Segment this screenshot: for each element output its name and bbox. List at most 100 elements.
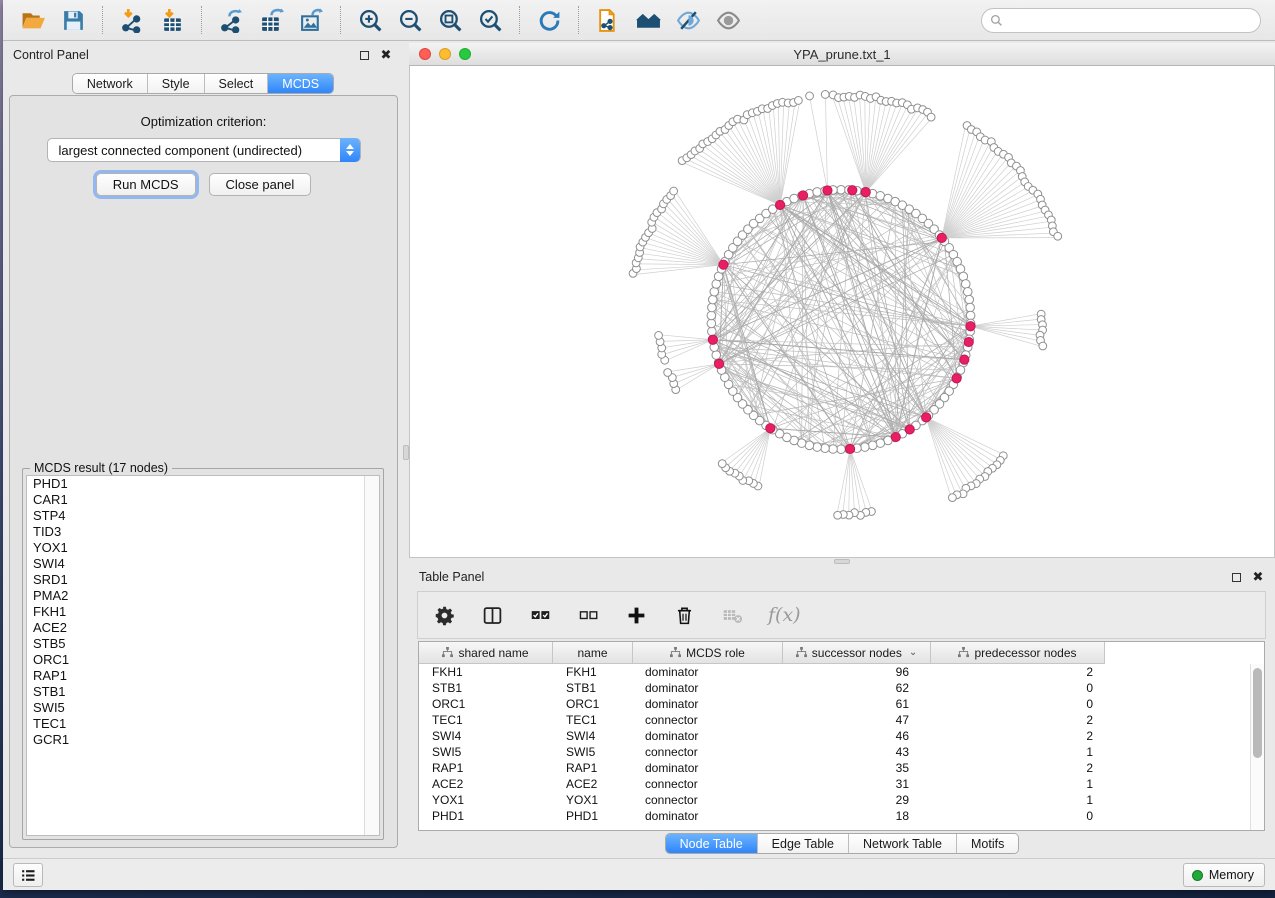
import-table-icon[interactable] bbox=[157, 5, 187, 35]
add-column-icon[interactable] bbox=[624, 603, 648, 627]
table-scrollbar[interactable] bbox=[1250, 664, 1264, 830]
mcds-result-item[interactable]: STB5 bbox=[27, 636, 379, 652]
mcds-hub-node[interactable] bbox=[960, 355, 969, 364]
table-row[interactable]: SWI4SWI4dominator462 bbox=[419, 728, 1250, 744]
tab-node-table[interactable]: Node Table bbox=[666, 834, 757, 853]
zoom-fit-icon[interactable] bbox=[435, 5, 465, 35]
mcds-result-item[interactable]: PMA2 bbox=[27, 588, 379, 604]
toolbar-search[interactable] bbox=[981, 8, 1261, 33]
refresh-view-icon[interactable] bbox=[534, 5, 564, 35]
table-row[interactable]: ACE2ACE2connector311 bbox=[419, 776, 1250, 792]
mcds-result-item[interactable]: TEC1 bbox=[27, 716, 379, 732]
zoom-in-icon[interactable] bbox=[355, 5, 385, 35]
toolbar-separator bbox=[102, 6, 103, 34]
show-all-windows-icon[interactable] bbox=[633, 5, 663, 35]
network-from-file-icon[interactable] bbox=[593, 5, 623, 35]
export-table-icon[interactable] bbox=[256, 5, 286, 35]
mcds-hub-node[interactable] bbox=[922, 413, 931, 422]
show-column-panel-icon[interactable] bbox=[480, 603, 504, 627]
mcds-hub-node[interactable] bbox=[891, 432, 900, 441]
float-panel-icon[interactable] bbox=[1229, 570, 1243, 584]
column-header-predecessor-nodes[interactable]: predecessor nodes bbox=[931, 642, 1105, 664]
mcds-hub-node[interactable] bbox=[848, 186, 857, 195]
mcds-result-item[interactable]: ORC1 bbox=[27, 652, 379, 668]
mcds-result-item[interactable]: YOX1 bbox=[27, 540, 379, 556]
mcds-list-scrollbar[interactable] bbox=[364, 476, 379, 835]
mcds-result-item[interactable]: FKH1 bbox=[27, 604, 379, 620]
column-header-successor-nodes[interactable]: successor nodes ⌄ bbox=[783, 642, 931, 664]
mcds-result-item[interactable]: PHD1 bbox=[27, 476, 379, 492]
mcds-result-item[interactable]: STP4 bbox=[27, 508, 379, 524]
save-session-icon[interactable] bbox=[58, 5, 88, 35]
hide-graphics-details-icon[interactable] bbox=[673, 5, 703, 35]
mcds-hub-node[interactable] bbox=[714, 359, 723, 368]
mcds-hub-node[interactable] bbox=[964, 337, 973, 346]
export-network-icon[interactable] bbox=[216, 5, 246, 35]
table-row[interactable]: YOX1YOX1connector291 bbox=[419, 792, 1250, 808]
mcds-result-item[interactable]: SWI4 bbox=[27, 556, 379, 572]
import-network-icon[interactable] bbox=[117, 5, 147, 35]
tab-network-table[interactable]: Network Table bbox=[848, 834, 956, 853]
close-panel-icon[interactable]: ✖ bbox=[1251, 570, 1265, 584]
mcds-result-item[interactable]: SWI5 bbox=[27, 700, 379, 716]
table-row[interactable]: FKH1FKH1dominator962 bbox=[419, 664, 1250, 680]
task-history-button[interactable] bbox=[13, 863, 43, 887]
export-image-icon[interactable] bbox=[296, 5, 326, 35]
mcds-hub-node[interactable] bbox=[937, 233, 946, 242]
mcds-hub-node[interactable] bbox=[823, 186, 832, 195]
tab-style[interactable]: Style bbox=[147, 74, 204, 93]
table-row[interactable]: RAP1RAP1dominator352 bbox=[419, 760, 1250, 776]
mcds-result-list[interactable]: PHD1CAR1STP4TID3YOX1SWI4SRD1PMA2FKH1ACE2… bbox=[26, 475, 380, 836]
tab-network[interactable]: Network bbox=[73, 74, 147, 93]
memory-button[interactable]: Memory bbox=[1183, 863, 1265, 887]
table-cell-role: connector bbox=[633, 777, 783, 791]
mcds-hub-node[interactable] bbox=[845, 444, 854, 453]
horizontal-splitter[interactable] bbox=[409, 558, 1275, 565]
mcds-hub-node[interactable] bbox=[905, 425, 914, 434]
mcds-hub-node[interactable] bbox=[719, 260, 728, 269]
column-header-mcds-role[interactable]: MCDS role bbox=[633, 642, 783, 664]
table-row[interactable]: STB1STB1dominator620 bbox=[419, 680, 1250, 696]
table-row[interactable]: TEC1TEC1connector472 bbox=[419, 712, 1250, 728]
float-panel-icon[interactable] bbox=[357, 48, 371, 62]
close-panel-icon[interactable]: ✖ bbox=[379, 48, 393, 62]
column-header-name[interactable]: name bbox=[553, 642, 633, 664]
tab-motifs[interactable]: Motifs bbox=[956, 834, 1018, 853]
birds-eye-view-icon[interactable] bbox=[713, 5, 743, 35]
mcds-result-item[interactable]: CAR1 bbox=[27, 492, 379, 508]
mcds-hub-node[interactable] bbox=[952, 374, 961, 383]
table-settings-icon[interactable] bbox=[432, 603, 456, 627]
mcds-result-item[interactable]: STB1 bbox=[27, 684, 379, 700]
close-panel-button[interactable]: Close panel bbox=[209, 173, 312, 196]
mcds-hub-node[interactable] bbox=[766, 424, 775, 433]
mcds-result-item[interactable]: GCR1 bbox=[27, 732, 379, 748]
mcds-hub-node[interactable] bbox=[966, 322, 975, 331]
search-input[interactable] bbox=[1007, 14, 1260, 28]
mcds-result-item[interactable]: ACE2 bbox=[27, 620, 379, 636]
splitter-grip[interactable] bbox=[834, 559, 850, 564]
mcds-hub-node[interactable] bbox=[708, 335, 717, 344]
run-mcds-button[interactable]: Run MCDS bbox=[96, 173, 196, 196]
scrollbar-thumb[interactable] bbox=[1253, 668, 1262, 758]
mcds-hub-node[interactable] bbox=[798, 191, 807, 200]
mcds-result-item[interactable]: RAP1 bbox=[27, 668, 379, 684]
mcds-result-item[interactable]: SRD1 bbox=[27, 572, 379, 588]
select-all-rows-icon[interactable] bbox=[528, 603, 552, 627]
open-session-icon[interactable] bbox=[18, 5, 48, 35]
optimization-criterion-select[interactable]: largest connected component (undirected) bbox=[47, 138, 361, 162]
mcds-hub-node[interactable] bbox=[861, 188, 870, 197]
mcds-hub-node[interactable] bbox=[776, 200, 785, 209]
tab-mcds[interactable]: MCDS bbox=[267, 74, 333, 93]
table-row[interactable]: ORC1ORC1dominator610 bbox=[419, 696, 1250, 712]
tab-select[interactable]: Select bbox=[204, 74, 268, 93]
zoom-out-icon[interactable] bbox=[395, 5, 425, 35]
deselect-all-rows-icon[interactable] bbox=[576, 603, 600, 627]
zoom-selected-icon[interactable] bbox=[475, 5, 505, 35]
network-canvas[interactable] bbox=[409, 66, 1275, 558]
mcds-result-item[interactable]: TID3 bbox=[27, 524, 379, 540]
tab-edge-table[interactable]: Edge Table bbox=[757, 834, 848, 853]
delete-column-icon[interactable] bbox=[672, 603, 696, 627]
column-header-shared-name[interactable]: shared name bbox=[419, 642, 553, 664]
table-row[interactable]: SWI5SWI5connector431 bbox=[419, 744, 1250, 760]
table-row[interactable]: PHD1PHD1dominator180 bbox=[419, 808, 1250, 824]
